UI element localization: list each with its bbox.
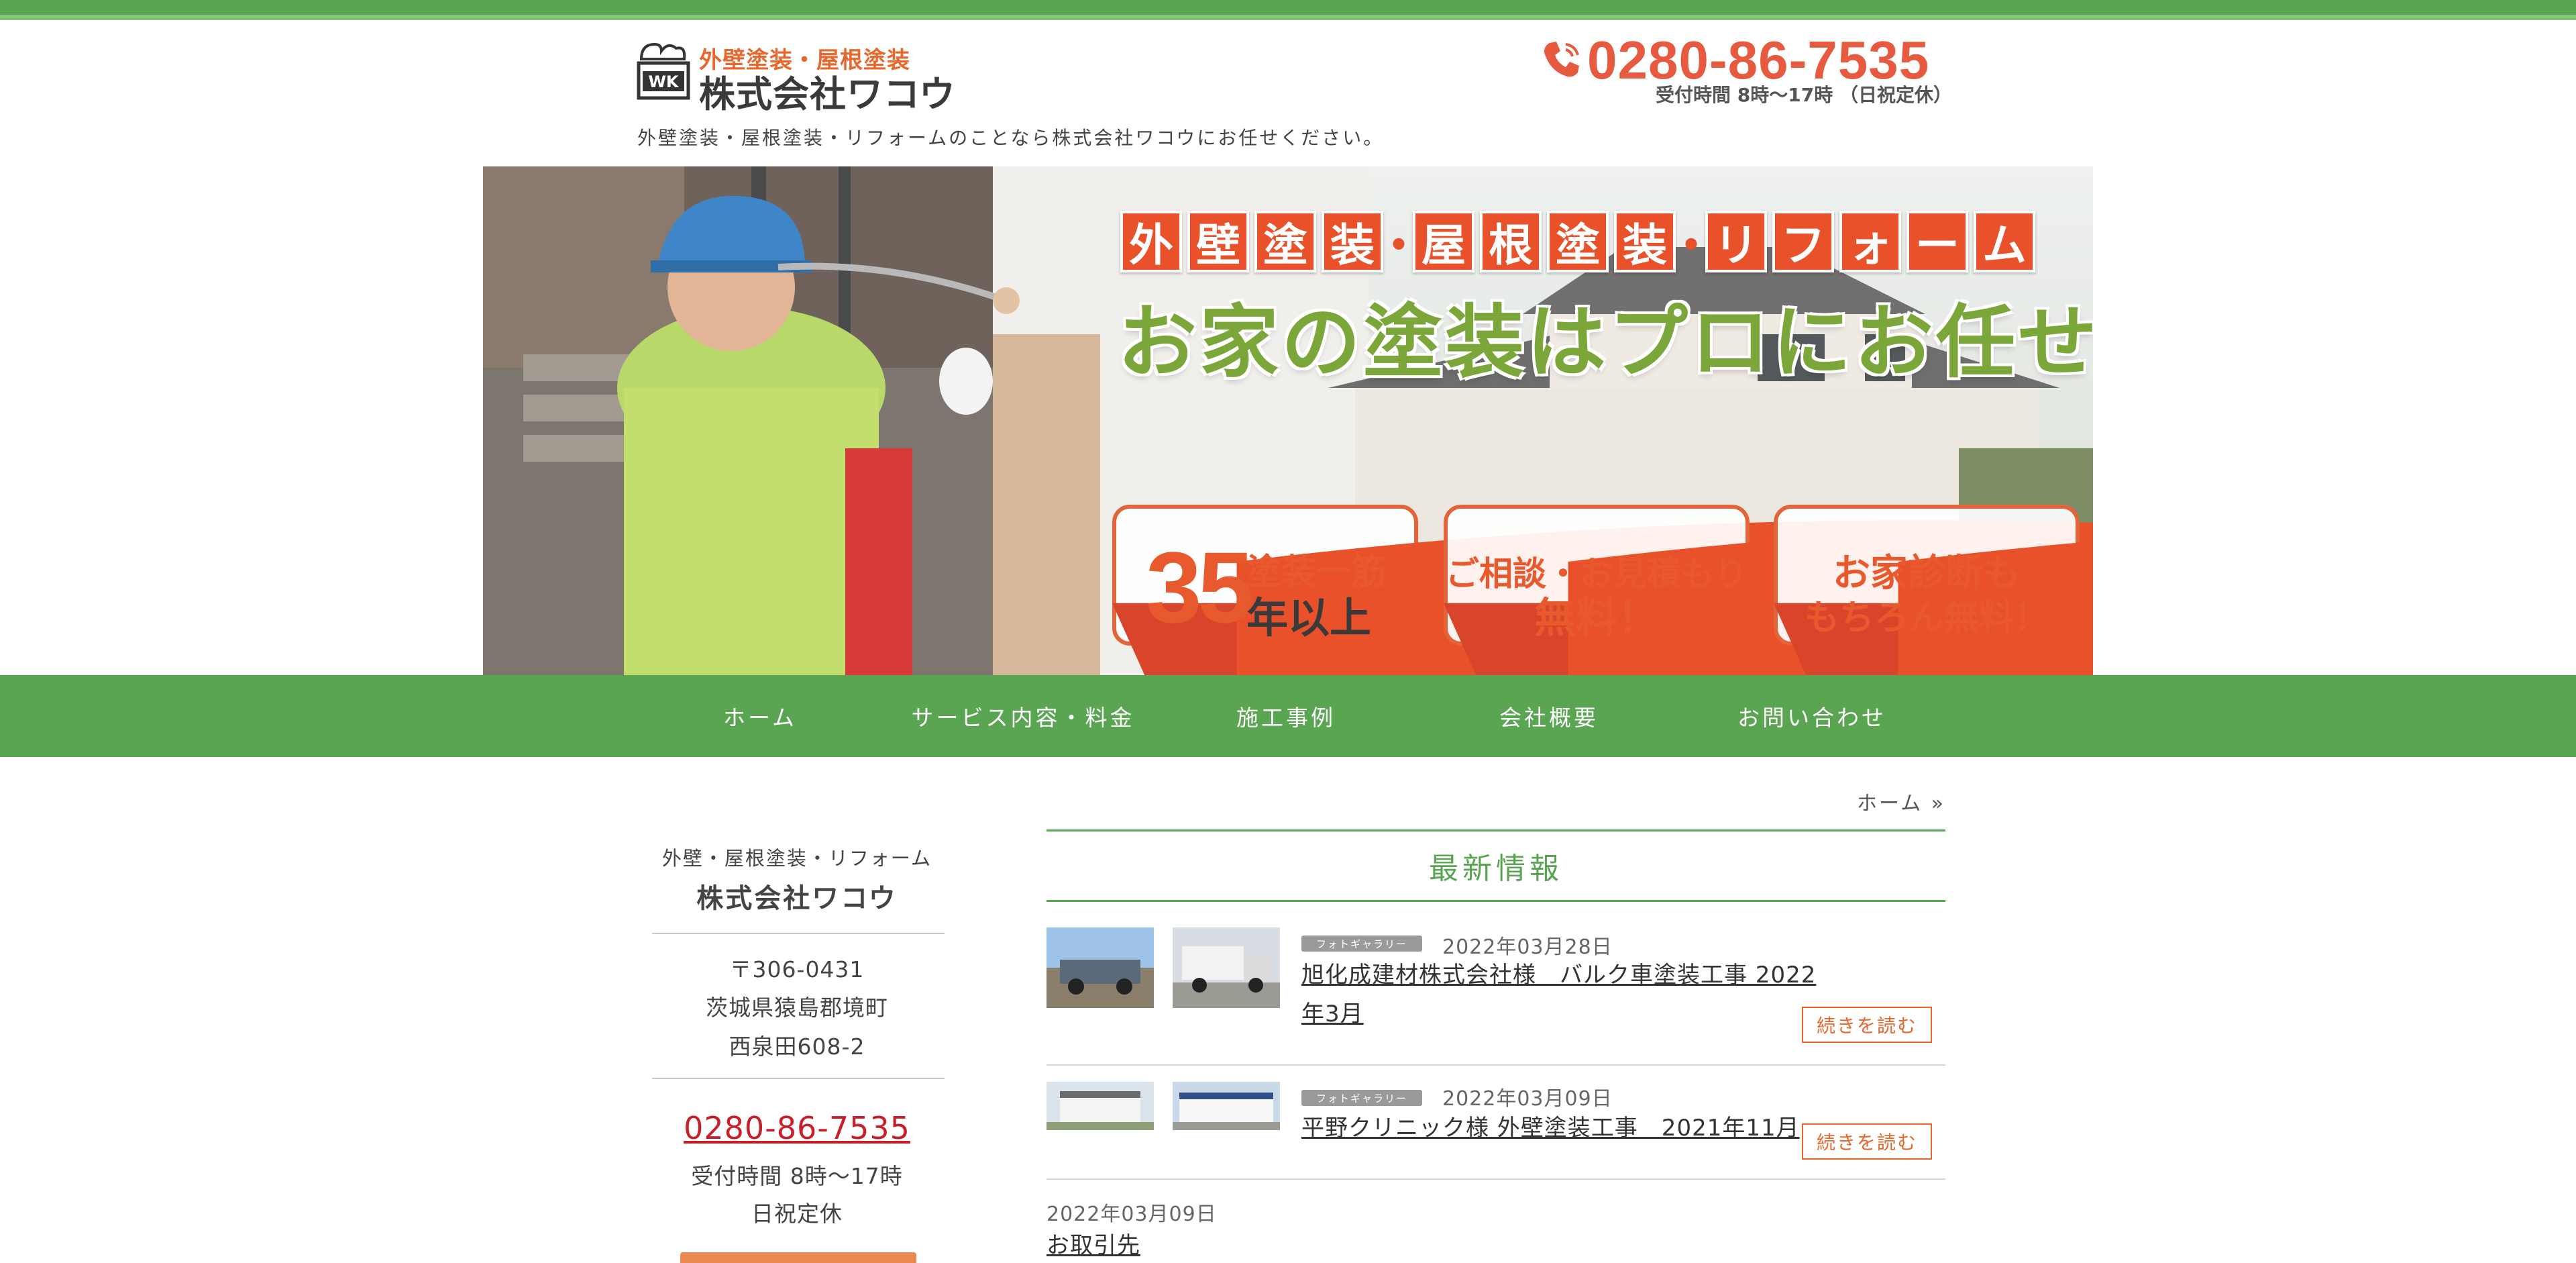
logo-mark-text: WK xyxy=(648,72,679,91)
post-date: 2022年03月09日 xyxy=(1442,1087,1613,1111)
post-title-link[interactable]: 旭化成建材株式会社様 バルク車塗装工事 2022年3月 xyxy=(1301,956,1825,1033)
post-thumbnail[interactable] xyxy=(1046,1082,1154,1130)
badge-estimate-line2: 無料！ xyxy=(1534,593,1659,642)
hero-tile: ォ xyxy=(1839,211,1901,272)
breadcrumb[interactable]: ホーム » xyxy=(1857,787,1945,816)
main-nav: ホーム サービス内容・料金 施工事例 会社概要 お問い合わせ xyxy=(0,675,2576,757)
hero-tile: フ xyxy=(1772,211,1834,272)
nav-item-home[interactable]: ホーム xyxy=(629,675,891,757)
sidebar-divider xyxy=(652,933,945,934)
top-accent-bar xyxy=(0,0,2576,20)
badge-years-number: 35 xyxy=(1146,531,1254,644)
hero-tile: 塗 xyxy=(1547,211,1609,272)
hero-badge-free-estimate: ご相談・お見積もり 無料！ xyxy=(1444,464,2093,676)
post-title-link[interactable]: お取引先 xyxy=(1046,1227,1140,1260)
hero-separator: ・ xyxy=(1668,217,1715,273)
post-category-badge[interactable]: フォトギャラリー xyxy=(1301,1090,1422,1106)
nav-item-company[interactable]: 会社概要 xyxy=(1418,675,1680,757)
post-item: フォトギャラリー 2022年03月09日 平野クリニック様 外壁塗装工事 202… xyxy=(1046,1082,1945,1180)
paint-can-icon: WK xyxy=(637,42,690,100)
sidebar-company-name: 株式会社ワコウ xyxy=(696,883,898,914)
hero-separator: ・ xyxy=(1375,217,1422,273)
hero-tile: 根 xyxy=(1480,211,1542,272)
post-date: 2022年03月09日 xyxy=(1046,1203,1217,1226)
hero-badge-free-diagnosis: お家診断も もちろん無料！ xyxy=(1774,464,2093,676)
hero-tile: 外 xyxy=(1120,211,1182,272)
badge-diagnosis-line1: お家診断も xyxy=(1833,552,2021,595)
hero-tile: リ xyxy=(1705,211,1767,272)
post-title-link[interactable]: 平野クリニック様 外壁塗装工事 2021年11月 xyxy=(1301,1109,1825,1148)
hero-tile: 装 xyxy=(1322,211,1383,272)
hero-tile: 装 xyxy=(1614,211,1676,272)
sidebar-hours: 受付時間 8時〜17時 xyxy=(691,1163,903,1189)
hero-banner: 外 壁 塗 装 ・ 屋 根 塗 装 ・ リ フ ォ ー ム お家の塗装はプロにお… xyxy=(483,166,2093,676)
sidebar-holiday: 日祝定休 xyxy=(751,1201,843,1227)
phone-icon xyxy=(1544,42,1579,77)
header-phone[interactable]: 0280-86-7535 受付時間 8時〜17時 （日祝定休） xyxy=(1536,30,1952,110)
nav-item-contact[interactable]: お問い合わせ xyxy=(1681,675,1943,757)
header-phone-hours: 受付時間 8時〜17時 （日祝定休） xyxy=(1656,84,1952,106)
hero-tile: ム xyxy=(1974,211,2035,272)
read-more-button[interactable]: 続きを読む xyxy=(1802,1123,1932,1160)
sidebar-phone-link[interactable]: 0280-86-7535 xyxy=(651,1110,943,1146)
hero-tile: ー xyxy=(1907,211,1968,272)
badge-diagnosis-line2: もちろん無料！ xyxy=(1804,598,2049,638)
sidebar-subtitle: 外壁・屋根塗装・リフォーム xyxy=(661,847,932,870)
hero-tile: 壁 xyxy=(1187,211,1249,272)
sidebar-address-line2: 西泉田608-2 xyxy=(729,1033,865,1060)
sidebar-contact-button[interactable] xyxy=(680,1252,916,1263)
read-more-button[interactable]: 続きを読む xyxy=(1802,1007,1932,1043)
nav-item-works[interactable]: 施工事例 xyxy=(1155,675,1417,757)
post-item: フォトギャラリー 2022年03月28日 旭化成建材株式会社様 バルク車塗装工事… xyxy=(1046,927,1945,1066)
site-tagline: 外壁塗装・屋根塗装・リフォームのことなら株式会社ワコウにお任せください。 xyxy=(637,127,1385,149)
post-thumbnail[interactable] xyxy=(1173,927,1280,1008)
badge-diagnosis-text: お家診断も もちろん無料！ xyxy=(1774,552,2080,640)
hero-badge-experience: 35 塗装一筋 年以上 xyxy=(1112,464,2093,676)
sidebar-postal-code: 〒306-0431 xyxy=(729,956,865,982)
post-thumbnail[interactable] xyxy=(1046,927,1154,1008)
sidebar-address-line1: 茨城県猿島郡境町 xyxy=(706,995,888,1021)
badge-estimate-line1: ご相談・お見積もり xyxy=(1446,554,1748,593)
hero-tile: 屋 xyxy=(1413,211,1474,272)
site-logo[interactable]: WK 外壁塗装・屋根塗装 株式会社ワコウ xyxy=(635,39,955,115)
hero-title-tiles: 外 壁 塗 装 ・ 屋 根 塗 装 ・ リ フ ォ ー ム xyxy=(1120,211,2041,273)
post-thumbnail[interactable] xyxy=(1173,1082,1280,1130)
post-category-badge[interactable]: フォトギャラリー xyxy=(1301,936,1422,952)
sidebar-divider xyxy=(652,1078,945,1079)
nav-item-services[interactable]: サービス内容・料金 xyxy=(892,675,1154,757)
section-title: 最新情報 xyxy=(1046,829,1945,902)
badge-years-line2: 年以上 xyxy=(1246,593,1372,642)
hero-tile: 塗 xyxy=(1254,211,1316,272)
badge-estimate-text: ご相談・お見積もり 無料！ xyxy=(1444,552,1750,640)
hero-headline: お家の塗装はプロにお任せ！ xyxy=(1118,296,2093,389)
logo-company-name: 株式会社ワコウ xyxy=(699,73,956,115)
